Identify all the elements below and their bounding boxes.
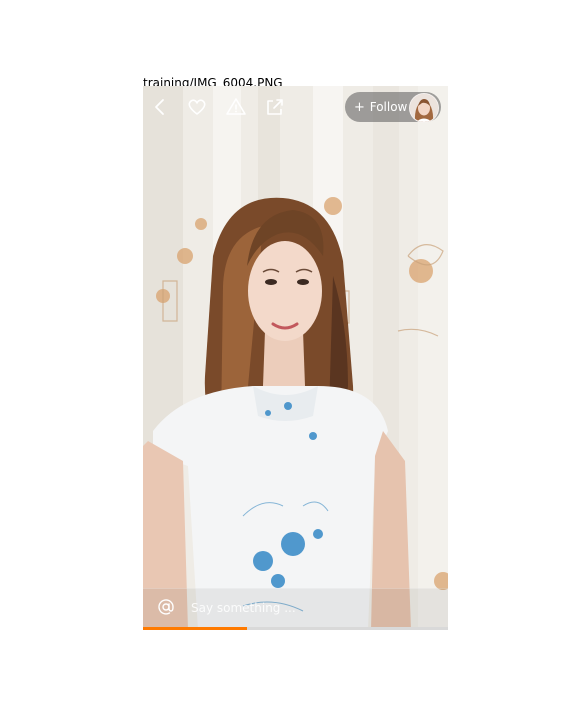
follow-button[interactable]: + Follow	[345, 92, 441, 123]
video-progress-fill	[143, 627, 247, 630]
heart-icon[interactable]	[186, 96, 208, 118]
video-progress-bar[interactable]	[143, 627, 448, 630]
warning-icon[interactable]	[225, 96, 247, 118]
video-frame	[143, 86, 448, 630]
plus-icon: +	[354, 100, 365, 115]
follow-text: Follow	[369, 100, 408, 114]
chevron-left-icon[interactable]	[149, 96, 171, 118]
video-viewer: + Follow Say something ...	[143, 86, 448, 630]
comment-bar: Say something ...	[143, 588, 448, 627]
comment-input[interactable]: Say something ...	[191, 599, 431, 617]
top-toolbar: + Follow	[143, 86, 448, 128]
avatar[interactable]	[409, 93, 439, 123]
at-icon[interactable]	[157, 598, 175, 616]
share-icon[interactable]	[264, 96, 286, 118]
follow-button-label: + Follow	[354, 99, 407, 116]
